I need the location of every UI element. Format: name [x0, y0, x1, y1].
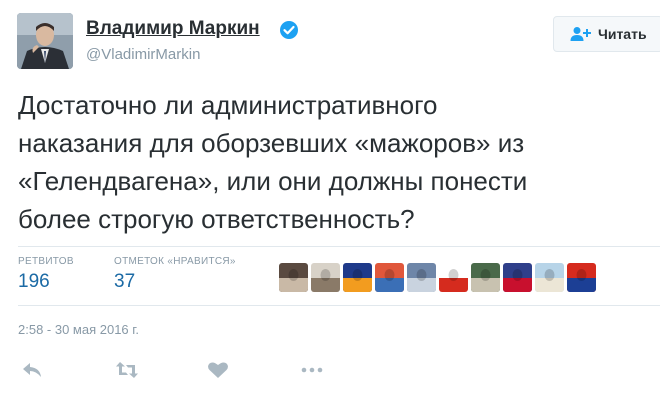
likes-label: ОТМЕТОК «НРАВИТСЯ» — [114, 256, 236, 267]
tweet-text: Достаточно ли административного наказани… — [18, 86, 648, 238]
follow-button-label: Читать — [598, 26, 647, 42]
tweet-text-line: «Гелендвагена», или они должны понести — [18, 166, 528, 196]
liker-avatar-1[interactable] — [279, 263, 308, 292]
liker-avatar-5[interactable] — [407, 263, 436, 292]
retweet-icon[interactable] — [115, 360, 139, 380]
tweet-text-line: наказания для оборзевших «мажоров» из — [18, 128, 525, 158]
liker-avatar-2[interactable] — [311, 263, 340, 292]
liker-avatar-7[interactable] — [471, 263, 500, 292]
author-avatar[interactable] — [17, 13, 73, 69]
liker-avatar-4[interactable] — [375, 263, 404, 292]
follow-button[interactable]: Читать — [553, 16, 660, 52]
liker-avatar-8[interactable] — [503, 263, 532, 292]
tweet-text-line: Достаточно ли административного — [18, 90, 438, 120]
liker-avatar-6[interactable] — [439, 263, 468, 292]
verified-badge-icon — [280, 21, 298, 39]
retweets-stat[interactable]: РЕТВИТОВ 196 — [18, 256, 74, 293]
reply-icon[interactable] — [20, 360, 44, 380]
liker-avatar-3[interactable] — [343, 263, 372, 292]
retweets-count[interactable]: 196 — [18, 271, 74, 293]
author-handle[interactable]: @VladimirMarkin — [86, 46, 200, 63]
likes-count[interactable]: 37 — [114, 271, 236, 293]
like-icon[interactable] — [206, 360, 230, 380]
liker-avatars — [279, 263, 596, 292]
retweets-label: РЕТВИТОВ — [18, 256, 74, 267]
divider — [18, 246, 660, 247]
author-name[interactable]: Владимир Маркин — [86, 18, 260, 40]
tweet-text-line: более строгую ответственность? — [18, 204, 415, 234]
divider — [18, 305, 660, 306]
tweet-card: Владимир Маркин @VladimirMarkin Читать Д… — [0, 0, 660, 405]
tweet-timestamp[interactable]: 2:58 - 30 мая 2016 г. — [18, 322, 139, 337]
likes-stat[interactable]: ОТМЕТОК «НРАВИТСЯ» 37 — [114, 256, 236, 293]
liker-avatar-10[interactable] — [567, 263, 596, 292]
liker-avatar-9[interactable] — [535, 263, 564, 292]
more-icon[interactable] — [300, 360, 324, 380]
add-user-icon — [570, 27, 591, 41]
